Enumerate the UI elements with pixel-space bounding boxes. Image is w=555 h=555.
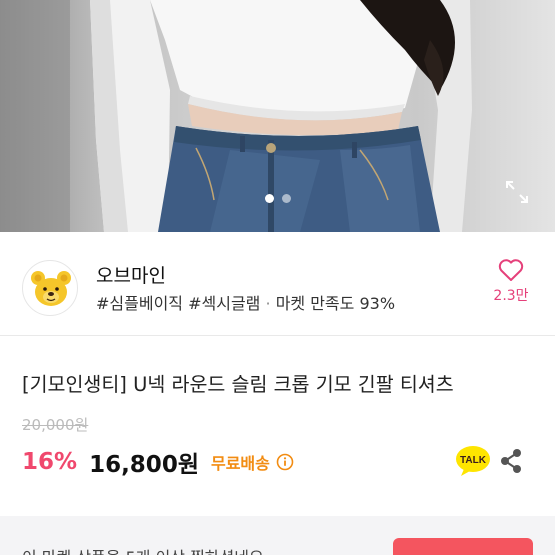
share-icon[interactable] bbox=[498, 448, 524, 474]
price-row: 16% 16,800원 무료배송 bbox=[22, 445, 294, 479]
tag-separator: · bbox=[265, 294, 271, 313]
shop-tags: #심플베이직 #섹시글램 · 마켓 만족도 93% bbox=[96, 290, 395, 314]
wishlist-banner: 이 마켓 상품을 5개 이상 찜하셨네요 bbox=[0, 516, 555, 555]
shop-name[interactable]: 오브마인 bbox=[96, 261, 166, 288]
talk-label: TALK bbox=[460, 455, 487, 466]
like-button[interactable]: 2.3만 bbox=[489, 258, 533, 305]
shop-info: 오브마인 #심플베이직 #섹시글램 · 마켓 만족도 93% 2.3만 bbox=[0, 232, 555, 336]
sale-price: 16,800원 bbox=[89, 452, 199, 478]
pagination-dot[interactable] bbox=[281, 194, 291, 203]
discount-rate: 16% bbox=[22, 449, 78, 475]
expand-icon[interactable] bbox=[505, 180, 529, 204]
banner-text: 이 마켓 상품을 5개 이상 찜하셨네요 bbox=[22, 544, 264, 555]
banner-action-button[interactable] bbox=[393, 538, 533, 555]
shop-tag[interactable]: #섹시글램 bbox=[188, 294, 260, 313]
pagination-dot-active[interactable] bbox=[264, 194, 274, 203]
info-circle-icon[interactable] bbox=[276, 453, 294, 471]
product-image[interactable] bbox=[0, 0, 555, 232]
shop-tag[interactable]: #심플베이직 bbox=[96, 294, 183, 313]
free-shipping-label: 무료배송 bbox=[210, 454, 270, 473]
talk-bubble-icon: TALK bbox=[456, 446, 490, 476]
image-pagination bbox=[0, 194, 555, 203]
kakao-talk-button[interactable]: TALK bbox=[455, 445, 491, 477]
original-price: 20,000원 bbox=[22, 416, 89, 434]
bear-avatar-icon[interactable] bbox=[22, 260, 78, 316]
market-satisfaction: 마켓 만족도 93% bbox=[275, 294, 396, 313]
like-count: 2.3만 bbox=[493, 288, 529, 304]
heart-outline-icon bbox=[498, 259, 524, 281]
product-title: [기모인생티] U넥 라운드 슬림 크롭 기모 긴팔 티셔츠 bbox=[22, 373, 454, 396]
